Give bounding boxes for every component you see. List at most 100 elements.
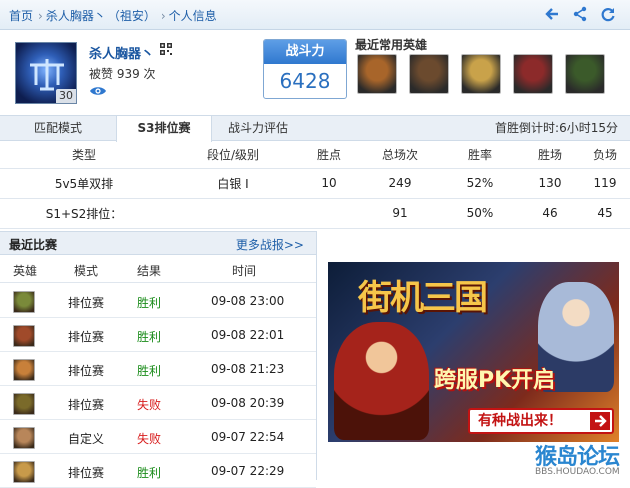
col-losses: 负场 [580,142,630,169]
col-hero: 英雄 [13,264,38,278]
match-time: 09-08 21:23 [211,362,285,376]
profile-section: 30 杀人胸器丶 被赞 939 次 战斗力 6428 最近常用英雄 [0,31,630,115]
cell-type: S1+S2排位： [0,198,168,229]
eye-icon[interactable] [89,85,107,97]
forum-watermark: 猴岛论坛 BBS.HOUDAO.COM [527,437,627,480]
cell-points: 10 [298,168,360,199]
table-row: S1+S2排位： 91 50% 46 45 [0,198,630,229]
first-win-countdown: 首胜倒计时:6小时15分 [495,121,618,135]
qr-code-icon[interactable] [160,43,172,55]
tab-normal-match[interactable]: 匹配模式 [0,116,116,141]
match-time: 09-08 20:39 [211,396,285,410]
share-icon[interactable] [572,6,588,22]
col-time: 时间 [232,264,257,278]
col-type: 类型 [0,142,168,169]
ad-subtitle: 跨服PK开启 [434,368,556,393]
likes-count: 被赞 939 次 [89,67,156,81]
breadcrumb-home[interactable]: 首页 [9,9,33,23]
match-mode: 自定义 [68,432,105,446]
recent-hero-portrait[interactable] [357,54,397,94]
col-result: 结果 [137,264,162,278]
match-time: 09-07 22:54 [211,430,285,444]
breadcrumb-player[interactable]: 杀人胸器丶 [46,9,106,23]
col-mode: 模式 [74,264,99,278]
combat-power-box: 战斗力 6428 [263,39,347,99]
recent-hero-portrait[interactable] [461,54,501,94]
match-hero-icon [13,359,35,381]
match-result: 胜利 [137,296,162,310]
match-result: 胜利 [137,466,162,480]
match-hero-icon [13,291,35,313]
match-mode: 排位赛 [68,364,105,378]
cell-wins: 46 [520,198,580,229]
match-row[interactable]: 排位赛 失败 09-08 20:39 [0,386,316,420]
recent-hero-portrait[interactable] [513,54,553,94]
match-time: 09-07 22:29 [211,464,285,478]
cell-tier: 白银 I [168,168,298,199]
mode-tabs: 匹配模式 S3排位赛 战斗力评估 首胜倒计时:6小时15分 [0,115,630,142]
match-row[interactable]: 排位赛 胜利 09-08 22:01 [0,318,316,352]
refresh-icon[interactable] [600,6,616,22]
table-row: 5v5单双排 白银 I 10 249 52% 130 119 [0,168,630,199]
match-row[interactable]: 排位赛 胜利 09-07 22:29 [0,454,316,488]
cell-total: 249 [360,168,440,199]
cell-winrate: 50% [440,198,520,229]
back-arrow-icon[interactable] [544,6,560,22]
col-points: 胜点 [298,142,360,169]
match-mode: 排位赛 [68,466,105,480]
cell-losses: 119 [580,168,630,199]
column-divider [316,231,317,480]
match-time: 09-08 22:01 [211,328,285,342]
match-row[interactable]: 自定义 失败 09-07 22:54 [0,420,316,454]
avatar: 30 [15,42,77,104]
breadcrumb-page: 个人信息 [168,9,217,23]
combat-power-value: 6428 [279,69,331,93]
recent-matches-header: 最近比赛 更多战报>> [0,231,316,255]
match-mode: 排位赛 [68,398,105,412]
ad-cta-button[interactable]: 有种战出来！ [468,408,614,434]
col-total: 总场次 [360,142,440,169]
ad-title: 街机三国 [358,278,488,318]
top-bar: 首页 › 杀人胸器丶 （祖安） › 个人信息 [0,0,630,30]
ad-character-left [334,322,429,440]
recent-matches-list: 排位赛 胜利 09-08 23:00 排位赛 胜利 09-08 22:01 排位赛 胜利 09-… [0,284,316,488]
watermark-url: BBS.HOUDAO.COM [535,467,620,477]
cell-losses: 45 [580,198,630,229]
level-badge: 30 [56,89,76,103]
recent-matches-title: 最近比赛 [9,238,58,252]
ad-cta-label: 有种战出来！ [478,413,562,429]
cell-tier [168,198,298,229]
match-hero-icon [13,325,35,347]
match-row[interactable]: 排位赛 胜利 09-08 21:23 [0,352,316,386]
match-hero-icon [13,427,35,449]
cell-winrate: 52% [440,168,520,199]
match-time: 09-08 23:00 [211,294,285,308]
combat-power-label: 战斗力 [264,40,346,64]
match-row[interactable]: 排位赛 胜利 09-08 23:00 [0,284,316,318]
arrow-right-icon [590,412,610,430]
recent-hero-portrait[interactable] [409,54,449,94]
recent-hero-portrait[interactable] [565,54,605,94]
col-winrate: 胜率 [440,142,520,169]
match-result: 失败 [137,432,162,446]
breadcrumb-server[interactable]: （祖安） [108,9,156,23]
match-result: 胜利 [137,364,162,378]
match-result: 胜利 [137,330,162,344]
table-header-row: 类型 段位/级别 胜点 总场次 胜率 胜场 负场 [0,142,630,169]
cell-type: 5v5单双排 [0,168,168,199]
game-ad-banner[interactable]: 街机三国 跨服PK开启 有种战出来！ [328,262,619,442]
cell-wins: 130 [520,168,580,199]
ranked-stats-table: 类型 段位/级别 胜点 总场次 胜率 胜场 负场 5v5单双排 白银 I 10 … [0,142,630,229]
recent-heroes-label: 最近常用英雄 [355,38,428,52]
match-hero-icon [13,393,35,415]
match-result: 失败 [137,398,162,412]
tab-combat-power-eval[interactable]: 战斗力评估 [212,116,304,141]
more-reports-link[interactable]: 更多战报>> [236,236,304,253]
cell-total: 91 [360,198,440,229]
player-name: 杀人胸器丶 [89,47,155,62]
match-mode: 排位赛 [68,296,105,310]
match-mode: 排位赛 [68,330,105,344]
col-tier: 段位/级别 [168,142,298,169]
tab-s3-ranked[interactable]: S3排位赛 [116,116,212,142]
cell-points [298,198,360,229]
